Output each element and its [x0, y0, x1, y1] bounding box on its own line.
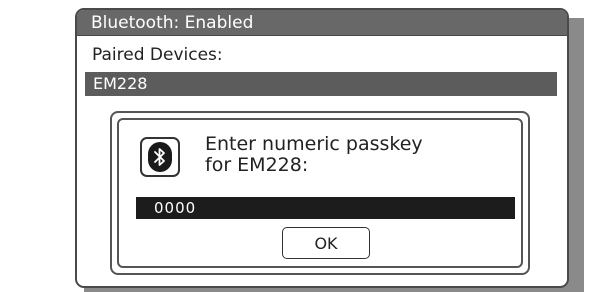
- paired-devices-label: Paired Devices:: [92, 45, 223, 65]
- bluetooth-window: Bluetooth: Enabled Paired Devices: EM228…: [75, 8, 569, 288]
- window-title: Bluetooth: Enabled: [77, 10, 567, 36]
- prompt-line-2: for EM228:: [205, 154, 309, 176]
- passkey-prompt: Enter numeric passkey for EM228:: [205, 134, 505, 176]
- bluetooth-icon: [140, 137, 180, 177]
- ok-button[interactable]: OK: [282, 227, 370, 259]
- prompt-line-1: Enter numeric passkey: [205, 133, 423, 155]
- device-name: EM228: [93, 74, 148, 93]
- device-list-item-selected[interactable]: EM228: [85, 72, 557, 96]
- passkey-dialog: Enter numeric passkey for EM228: 0000 OK: [110, 111, 530, 275]
- passkey-dialog-frame: Enter numeric passkey for EM228: 0000 OK: [117, 118, 523, 268]
- passkey-input[interactable]: 0000: [136, 197, 515, 219]
